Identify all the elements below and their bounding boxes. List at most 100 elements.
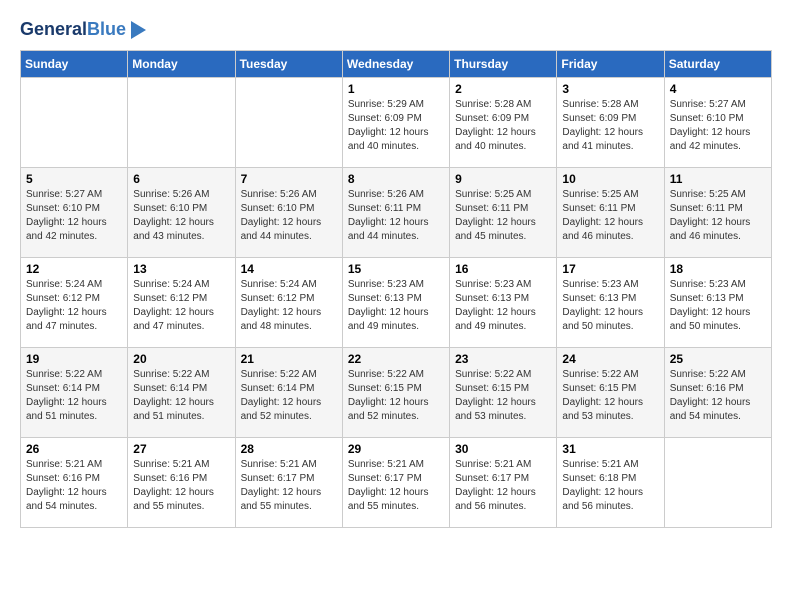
calendar-cell: 15 Sunrise: 5:23 AM Sunset: 6:13 PM Dayli… [342, 257, 449, 347]
calendar-cell: 11 Sunrise: 5:25 AM Sunset: 6:11 PM Dayli… [664, 167, 771, 257]
calendar-week-row: 26 Sunrise: 5:21 AM Sunset: 6:16 PM Dayli… [21, 437, 772, 527]
day-number: 14 [241, 262, 337, 276]
calendar-cell: 5Sunrise: 5:27 AM Sunset: 6:10 PM Daylig… [21, 167, 128, 257]
day-info: Sunrise: 5:23 AM Sunset: 6:13 PM Dayligh… [455, 278, 551, 334]
weekday-header-saturday: Saturday [664, 50, 771, 77]
day-info: Sunrise: 5:21 AM Sunset: 6:16 PM Dayligh… [133, 458, 229, 514]
calendar-table: SundayMondayTuesdayWednesdayThursdayFrid… [20, 50, 772, 528]
day-number: 4 [670, 82, 766, 96]
calendar-cell: 23 Sunrise: 5:22 AM Sunset: 6:15 PM Dayli… [450, 347, 557, 437]
calendar-cell: 16 Sunrise: 5:23 AM Sunset: 6:13 PM Dayli… [450, 257, 557, 347]
page-header: GeneralBlue [20, 20, 772, 40]
calendar-cell: 27 Sunrise: 5:21 AM Sunset: 6:16 PM Dayli… [128, 437, 235, 527]
day-number: 24 [562, 352, 658, 366]
day-info: Sunrise: 5:22 AM Sunset: 6:15 PM Dayligh… [455, 368, 551, 424]
calendar-cell: 22Sunrise: 5:22 AM Sunset: 6:15 PM Dayli… [342, 347, 449, 437]
calendar-cell [21, 77, 128, 167]
day-number: 6 [133, 172, 229, 186]
day-number: 13 [133, 262, 229, 276]
day-number: 19 [26, 352, 122, 366]
day-info: Sunrise: 5:22 AM Sunset: 6:16 PM Dayligh… [670, 368, 766, 424]
calendar-cell: 13 Sunrise: 5:24 AM Sunset: 6:12 PM Dayli… [128, 257, 235, 347]
calendar-cell: 28 Sunrise: 5:21 AM Sunset: 6:17 PM Dayli… [235, 437, 342, 527]
day-info: Sunrise: 5:22 AM Sunset: 6:14 PM Dayligh… [133, 368, 229, 424]
logo-arrow-icon [131, 21, 146, 39]
day-number: 15 [348, 262, 444, 276]
day-info: Sunrise: 5:21 AM Sunset: 6:16 PM Dayligh… [26, 458, 122, 514]
day-info: Sunrise: 5:25 AM Sunset: 6:11 PM Dayligh… [670, 188, 766, 244]
day-number: 23 [455, 352, 551, 366]
day-info: Sunrise: 5:26 AM Sunset: 6:10 PM Dayligh… [133, 188, 229, 244]
weekday-header-tuesday: Tuesday [235, 50, 342, 77]
day-number: 11 [670, 172, 766, 186]
calendar-cell: 31 Sunrise: 5:21 AM Sunset: 6:18 PM Dayli… [557, 437, 664, 527]
day-info: Sunrise: 5:25 AM Sunset: 6:11 PM Dayligh… [455, 188, 551, 244]
day-info: Sunrise: 5:21 AM Sunset: 6:17 PM Dayligh… [241, 458, 337, 514]
day-number: 17 [562, 262, 658, 276]
day-info: Sunrise: 5:24 AM Sunset: 6:12 PM Dayligh… [26, 278, 122, 334]
day-info: Sunrise: 5:23 AM Sunset: 6:13 PM Dayligh… [348, 278, 444, 334]
calendar-cell: 20 Sunrise: 5:22 AM Sunset: 6:14 PM Dayli… [128, 347, 235, 437]
day-info: Sunrise: 5:28 AM Sunset: 6:09 PM Dayligh… [455, 98, 551, 154]
day-number: 16 [455, 262, 551, 276]
day-number: 7 [241, 172, 337, 186]
weekday-header-thursday: Thursday [450, 50, 557, 77]
day-number: 30 [455, 442, 551, 456]
logo-text: GeneralBlue [20, 20, 126, 40]
day-number: 18 [670, 262, 766, 276]
day-info: Sunrise: 5:26 AM Sunset: 6:11 PM Dayligh… [348, 188, 444, 244]
day-info: Sunrise: 5:21 AM Sunset: 6:18 PM Dayligh… [562, 458, 658, 514]
weekday-header-monday: Monday [128, 50, 235, 77]
calendar-cell: 24 Sunrise: 5:22 AM Sunset: 6:15 PM Dayli… [557, 347, 664, 437]
day-number: 31 [562, 442, 658, 456]
calendar-cell: 12 Sunrise: 5:24 AM Sunset: 6:12 PM Dayli… [21, 257, 128, 347]
day-info: Sunrise: 5:26 AM Sunset: 6:10 PM Dayligh… [241, 188, 337, 244]
day-number: 21 [241, 352, 337, 366]
calendar-week-row: 19 Sunrise: 5:22 AM Sunset: 6:14 PM Dayli… [21, 347, 772, 437]
day-number: 25 [670, 352, 766, 366]
day-info: Sunrise: 5:22 AM Sunset: 6:14 PM Dayligh… [26, 368, 122, 424]
day-info: Sunrise: 5:23 AM Sunset: 6:13 PM Dayligh… [670, 278, 766, 334]
calendar-cell: 26 Sunrise: 5:21 AM Sunset: 6:16 PM Dayli… [21, 437, 128, 527]
calendar-cell: 18 Sunrise: 5:23 AM Sunset: 6:13 PM Dayli… [664, 257, 771, 347]
weekday-header-sunday: Sunday [21, 50, 128, 77]
day-info: Sunrise: 5:22 AM Sunset: 6:15 PM Dayligh… [348, 368, 444, 424]
calendar-cell: 29 Sunrise: 5:21 AM Sunset: 6:17 PM Dayli… [342, 437, 449, 527]
day-info: Sunrise: 5:22 AM Sunset: 6:15 PM Dayligh… [562, 368, 658, 424]
logo: GeneralBlue [20, 20, 146, 40]
weekday-header-friday: Friday [557, 50, 664, 77]
day-number: 26 [26, 442, 122, 456]
calendar-cell: 14Sunrise: 5:24 AM Sunset: 6:12 PM Dayli… [235, 257, 342, 347]
calendar-cell: 1 Sunrise: 5:29 AM Sunset: 6:09 PM Daylig… [342, 77, 449, 167]
day-info: Sunrise: 5:21 AM Sunset: 6:17 PM Dayligh… [455, 458, 551, 514]
day-number: 27 [133, 442, 229, 456]
calendar-cell [664, 437, 771, 527]
day-number: 9 [455, 172, 551, 186]
calendar-cell: 6 Sunrise: 5:26 AM Sunset: 6:10 PM Daylig… [128, 167, 235, 257]
day-number: 29 [348, 442, 444, 456]
day-number: 28 [241, 442, 337, 456]
calendar-week-row: 1 Sunrise: 5:29 AM Sunset: 6:09 PM Daylig… [21, 77, 772, 167]
calendar-cell: 8 Sunrise: 5:26 AM Sunset: 6:11 PM Daylig… [342, 167, 449, 257]
day-number: 12 [26, 262, 122, 276]
day-number: 2 [455, 82, 551, 96]
day-number: 20 [133, 352, 229, 366]
day-number: 8 [348, 172, 444, 186]
day-info: Sunrise: 5:25 AM Sunset: 6:11 PM Dayligh… [562, 188, 658, 244]
calendar-cell: 17Sunrise: 5:23 AM Sunset: 6:13 PM Dayli… [557, 257, 664, 347]
calendar-cell: 10 Sunrise: 5:25 AM Sunset: 6:11 PM Dayli… [557, 167, 664, 257]
day-info: Sunrise: 5:29 AM Sunset: 6:09 PM Dayligh… [348, 98, 444, 154]
calendar-cell: 2 Sunrise: 5:28 AM Sunset: 6:09 PM Daylig… [450, 77, 557, 167]
calendar-cell: 25 Sunrise: 5:22 AM Sunset: 6:16 PM Dayli… [664, 347, 771, 437]
day-info: Sunrise: 5:21 AM Sunset: 6:17 PM Dayligh… [348, 458, 444, 514]
day-info: Sunrise: 5:24 AM Sunset: 6:12 PM Dayligh… [133, 278, 229, 334]
day-number: 10 [562, 172, 658, 186]
calendar-cell: 30 Sunrise: 5:21 AM Sunset: 6:17 PM Dayli… [450, 437, 557, 527]
day-info: Sunrise: 5:22 AM Sunset: 6:14 PM Dayligh… [241, 368, 337, 424]
calendar-cell: 4 Sunrise: 5:27 AM Sunset: 6:10 PM Daylig… [664, 77, 771, 167]
calendar-cell: 9 Sunrise: 5:25 AM Sunset: 6:11 PM Daylig… [450, 167, 557, 257]
calendar-cell: 19 Sunrise: 5:22 AM Sunset: 6:14 PM Dayli… [21, 347, 128, 437]
day-info: Sunrise: 5:28 AM Sunset: 6:09 PM Dayligh… [562, 98, 658, 154]
day-info: Sunrise: 5:27 AM Sunset: 6:10 PM Dayligh… [670, 98, 766, 154]
day-number: 1 [348, 82, 444, 96]
